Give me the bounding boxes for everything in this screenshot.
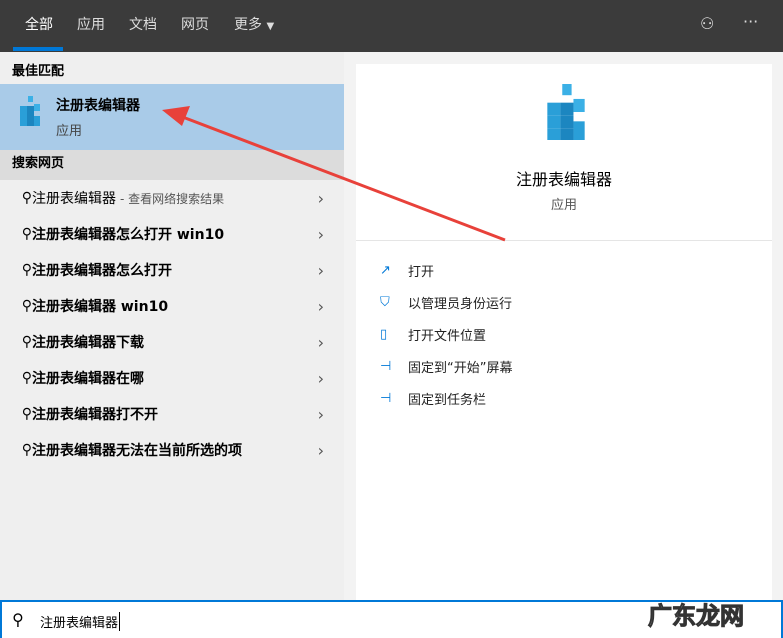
search-input[interactable]: 注册表编辑器 (40, 612, 121, 631)
watermark: 广东龙网 (648, 602, 745, 631)
search-icon: ⚲ (12, 610, 24, 629)
annotation-arrow (162, 106, 506, 242)
